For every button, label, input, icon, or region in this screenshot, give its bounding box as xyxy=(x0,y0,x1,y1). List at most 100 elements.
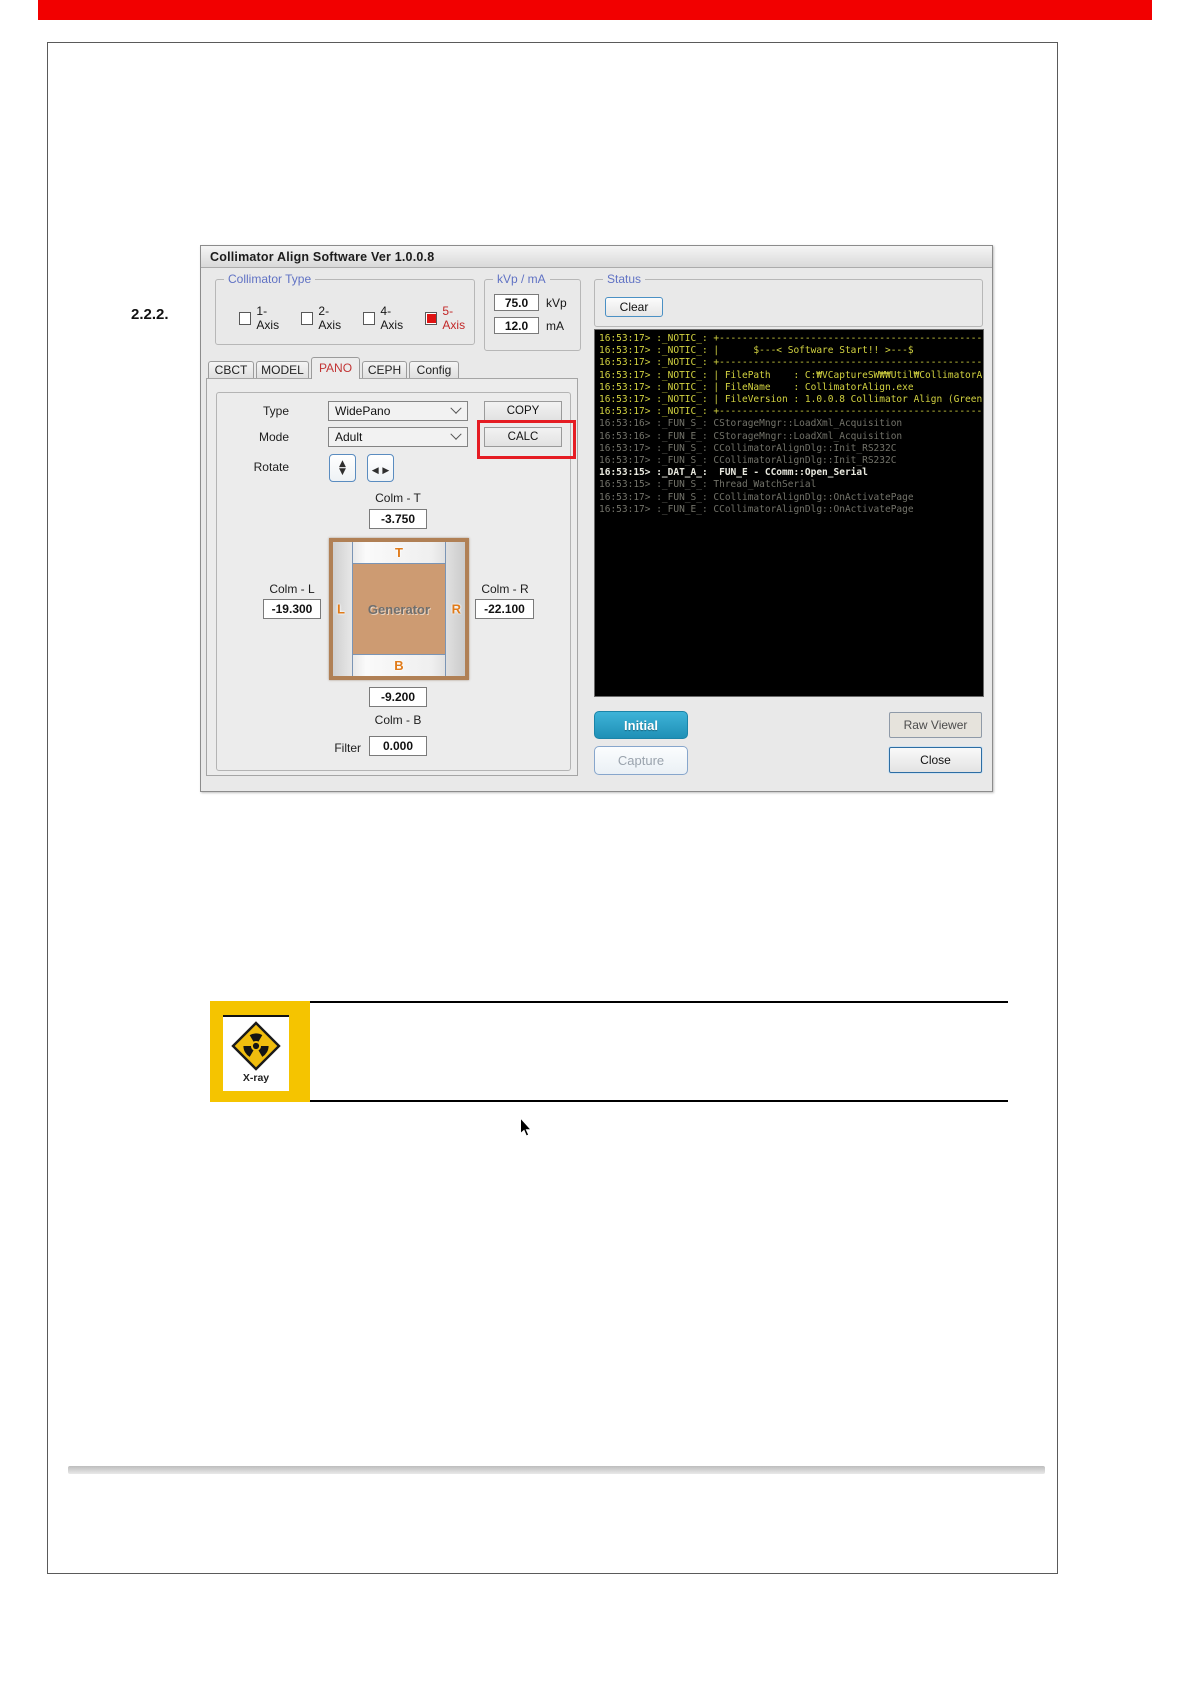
checkbox-icon[interactable] xyxy=(239,311,252,325)
radiation-warning-icon xyxy=(231,1021,281,1071)
capture-button[interactable]: Capture xyxy=(594,746,688,775)
checkbox-label: 4-Axis xyxy=(380,304,404,332)
checkbox-label: 5-Axis xyxy=(442,304,466,332)
collimator-option-2-axis[interactable]: 2-Axis xyxy=(301,304,350,332)
colm-r-field[interactable]: -22.100 xyxy=(475,599,534,619)
tab-bar: CBCT MODEL PANO CEPH Config xyxy=(208,357,461,379)
warning-row-top-border xyxy=(310,1001,1008,1003)
warning-row-bottom-border xyxy=(210,1100,1008,1102)
rotate-label: Rotate xyxy=(253,460,289,474)
type-label: Type xyxy=(262,404,289,418)
clear-button[interactable]: Clear xyxy=(605,297,663,317)
xray-label: X-ray xyxy=(242,1072,270,1084)
kvp-ma-group-label: kVp / mA xyxy=(493,272,550,286)
generator-top-label: T xyxy=(395,545,403,560)
up-down-arrows-icon: ▲ ▼ xyxy=(339,459,346,477)
colm-l-field[interactable]: -19.300 xyxy=(263,599,321,619)
tab-ceph[interactable]: CEPH xyxy=(362,361,407,379)
log-line: 16:53:15> :_DAT_A_: FUN_E - CComm::Open_… xyxy=(599,467,868,479)
chevron-down-icon xyxy=(450,402,462,414)
log-line: 16:53:17> :_NOTIC_: | FileVersion : 1.0.… xyxy=(599,394,984,406)
status-log-console[interactable]: 16:53:17> :_NOTIC_: +-------------------… xyxy=(594,329,984,697)
log-line: 16:53:17> :_FUN_S_: CCollimatorAlignDlg:… xyxy=(599,442,897,454)
generator-bottom-label: B xyxy=(394,658,404,673)
window-title: Collimator Align Software Ver 1.0.0.8 xyxy=(210,249,435,264)
ma-field[interactable]: 12.0 xyxy=(494,317,539,334)
log-line: 16:53:16> :_FUN_S_: CStorageMngr::LoadXm… xyxy=(599,418,903,430)
generator-label: Generator xyxy=(367,601,431,617)
checkbox-icon[interactable] xyxy=(425,311,438,325)
log-line: 16:53:17> :_FUN_E_: CCollimatorAlignDlg:… xyxy=(599,503,914,515)
collimator-type-group: Collimator Type 1-Axis 2-Axis 4-Axis 5-Axis xyxy=(215,272,475,345)
arrow-left-icon: ◀ xyxy=(371,465,379,476)
left-right-arrows-icon: ◀ ▶ xyxy=(372,461,390,476)
window-titlebar[interactable]: Collimator Align Software Ver 1.0.0.8 xyxy=(201,246,992,268)
xray-warning-card: X-ray xyxy=(223,1015,289,1091)
collimator-type-options: 1-Axis 2-Axis 4-Axis 5-Axis xyxy=(239,280,474,344)
colm-t-label: Colm - T xyxy=(375,491,421,505)
xray-warning-icon-box: X-ray xyxy=(210,1001,310,1102)
copy-button[interactable]: COPY xyxy=(484,401,562,421)
status-group: Status Clear xyxy=(594,272,983,327)
mode-dropdown-value: Adult xyxy=(335,430,363,444)
generator-bottom-strip: B xyxy=(353,655,445,676)
tab-model[interactable]: MODEL xyxy=(256,361,309,379)
kvp-ma-group: kVp / mA 75.0 kVp 12.0 mA xyxy=(484,272,581,351)
generator-top-strip: T xyxy=(353,542,445,563)
generator-box: Generator xyxy=(353,563,445,655)
collimator-option-4-axis[interactable]: 4-Axis xyxy=(363,304,412,332)
mode-dropdown[interactable]: Adult xyxy=(328,427,468,447)
checkbox-label: 2-Axis xyxy=(318,304,342,332)
chevron-down-icon xyxy=(450,428,462,440)
kvp-ma-row: 12.0 mA xyxy=(494,317,567,334)
log-line: 16:53:17> :_FUN_S_: CCollimatorAlignDlg:… xyxy=(599,455,897,467)
tab-pano[interactable]: PANO xyxy=(311,357,360,379)
calc-button[interactable]: CALC xyxy=(484,427,562,447)
tab-cbct[interactable]: CBCT xyxy=(208,361,254,379)
tab-config[interactable]: Config xyxy=(409,361,459,379)
collimator-align-window: Collimator Align Software Ver 1.0.0.8 Co… xyxy=(200,245,993,792)
log-line: 16:53:17> :_NOTIC_: +-------------------… xyxy=(599,333,983,344)
checkbox-icon[interactable] xyxy=(301,311,314,325)
rotate-vertical-button[interactable]: ▲ ▼ xyxy=(329,454,356,482)
generator-left-label: L xyxy=(337,601,345,617)
checkbox-icon[interactable] xyxy=(363,311,376,325)
kvp-field[interactable]: 75.0 xyxy=(494,294,539,311)
unit-label: mA xyxy=(546,318,564,333)
checkbox-label: 1-Axis xyxy=(256,304,280,332)
log-line: 16:53:16> :_FUN_E_: CStorageMngr::LoadXm… xyxy=(599,430,903,442)
colm-b-label: Colm - B xyxy=(374,713,422,727)
collimator-option-5-axis[interactable]: 5-Axis xyxy=(425,304,474,332)
document-page: 2.2.2. Collimator Align Software Ver 1.0… xyxy=(0,0,1191,1684)
log-line: 16:53:17> :_NOTIC_: +-------------------… xyxy=(599,357,983,369)
collimator-option-1-axis[interactable]: 1-Axis xyxy=(239,304,288,332)
colm-l-label: Colm - L xyxy=(269,582,315,596)
colm-r-label: Colm - R xyxy=(481,582,529,596)
raw-viewer-button[interactable]: Raw Viewer xyxy=(889,712,982,738)
arrow-right-icon: ▶ xyxy=(382,465,390,476)
checkbox-checked-fill xyxy=(426,313,436,323)
type-dropdown[interactable]: WidePano xyxy=(328,401,468,421)
kvp-ma-row: 75.0 kVp xyxy=(494,294,567,311)
generator-right-label: R xyxy=(451,601,461,617)
mode-label: Mode xyxy=(258,430,289,444)
kvp-ma-fields: 75.0 kVp 12.0 mA xyxy=(494,294,567,334)
status-group-label: Status xyxy=(603,272,646,286)
log-line: 16:53:17> :_NOTIC_: | $---< Software Sta… xyxy=(599,345,914,357)
generator-column: T Generator B xyxy=(352,542,446,676)
section-number: 2.2.2. xyxy=(131,306,169,323)
initial-button[interactable]: Initial xyxy=(594,711,688,739)
colm-t-field[interactable]: -3.750 xyxy=(369,509,427,529)
type-dropdown-value: WidePano xyxy=(335,404,391,418)
unit-label: kVp xyxy=(546,295,567,310)
rotate-horizontal-button[interactable]: ◀ ▶ xyxy=(367,454,394,482)
top-red-bar xyxy=(38,0,1152,20)
filter-field[interactable]: 0.000 xyxy=(369,736,427,756)
close-button[interactable]: Close xyxy=(889,747,982,773)
log-line: 16:53:17> :_NOTIC_: | FilePath : C:₩VCap… xyxy=(599,369,984,381)
colm-b-field[interactable]: -9.200 xyxy=(369,687,427,707)
log-line: 16:53:17> :_NOTIC_: +-------------------… xyxy=(599,406,983,418)
mouse-cursor-icon xyxy=(520,1117,533,1137)
generator-diagram: T Generator B L R xyxy=(329,538,469,680)
arrow-down-icon: ▼ xyxy=(339,467,346,477)
